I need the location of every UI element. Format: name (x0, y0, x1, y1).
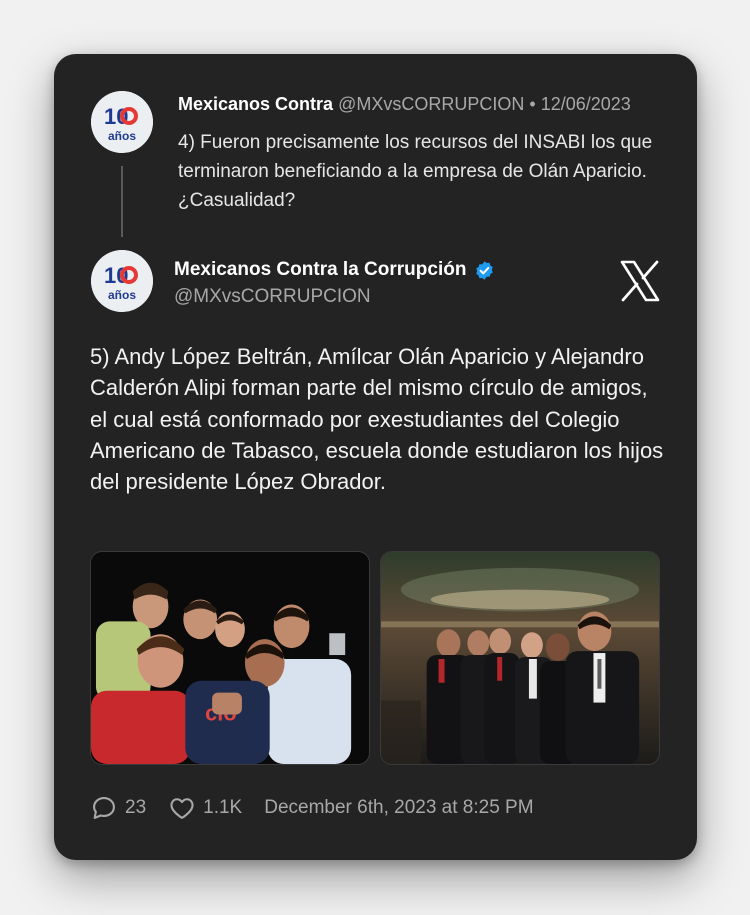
comment-count: 23 (125, 797, 147, 818)
reply-separator: • (529, 94, 536, 114)
like-count: 1.1K (203, 797, 243, 818)
tweet-card: 10 años Mexicanos Contra @MXvsCORRUPCION… (54, 54, 697, 860)
main-author: Mexicanos Contra la Corrupción (174, 259, 495, 281)
thread-connector (121, 166, 123, 237)
comment-button[interactable]: 23 (90, 794, 146, 822)
avatar-number: 10 (104, 263, 128, 288)
reply-avatar[interactable]: 10 años (91, 91, 153, 153)
group-photo-suits-image (381, 552, 659, 764)
main-author-name[interactable]: Mexicanos Contra la Corrupción (174, 259, 466, 281)
avatar-label: años (108, 288, 136, 302)
reply-author-handle[interactable]: @MXvsCORRUPCION (338, 94, 524, 114)
main-avatar[interactable]: 10 años (91, 250, 153, 312)
comment-icon (93, 797, 115, 819)
group-photo-friends-image: cio (91, 552, 369, 764)
tweet-photo-2[interactable] (380, 551, 660, 765)
heart-icon (170, 798, 194, 819)
reply-date[interactable]: 12/06/2023 (541, 94, 631, 114)
avatar-logo-icon: 10 años (91, 91, 153, 153)
reply-tweet-text: 4) Fueron precisamente los recursos del … (178, 132, 653, 211)
avatar-number: 10 (104, 104, 128, 129)
main-tweet-text: 5) Andy López Beltrán, Amílcar Olán Apar… (90, 344, 664, 495)
main-author-handle[interactable]: @MXvsCORRUPCION (174, 286, 371, 308)
avatar-label: años (108, 129, 136, 143)
x-logo-icon[interactable] (620, 260, 660, 302)
avatar-logo-icon: 10 años (91, 250, 153, 312)
reply-author-name[interactable]: Mexicanos Contra (178, 94, 333, 114)
like-button[interactable]: 1.1K (168, 794, 242, 822)
verified-badge-icon (476, 260, 494, 280)
tweet-footer: 23 1.1K December 6th, 2023 at 8:25 PM (90, 794, 534, 822)
reply-header: Mexicanos Contra @MXvsCORRUPCION • 12/06… (178, 94, 631, 115)
tweet-timestamp[interactable]: December 6th, 2023 at 8:25 PM (264, 797, 533, 819)
tweet-photo-1[interactable]: cio (90, 551, 370, 765)
